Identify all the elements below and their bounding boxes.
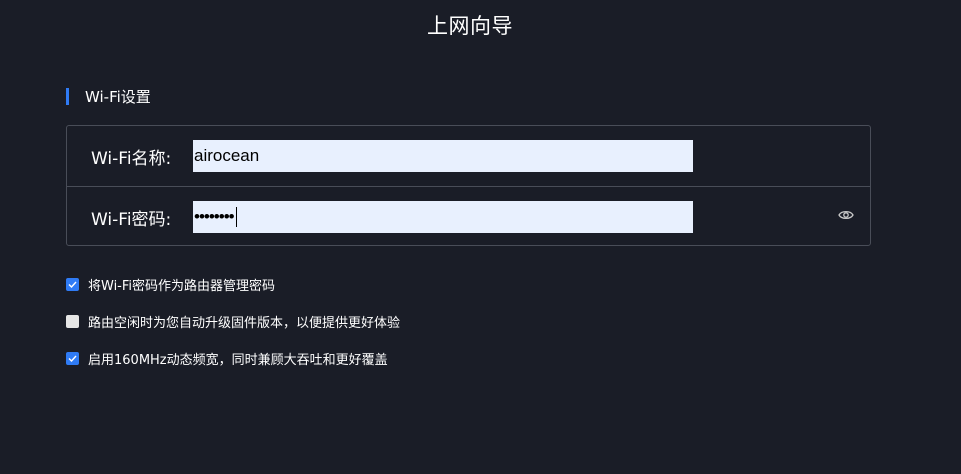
wifi-setup-wizard: 上网向导 Wi-Fi设置 Wi-Fi名称: airocean Wi-Fi密码: … — [0, 0, 961, 474]
password-value: •••••••• — [194, 207, 235, 226]
option-160mhz[interactable]: 启用160MHz动态频宽，同时兼顾大吞吐和更好覆盖 — [66, 349, 388, 368]
checkbox-unchecked[interactable] — [66, 315, 79, 328]
ssid-value: airocean — [194, 146, 260, 165]
wifi-form: Wi-Fi名称: airocean Wi-Fi密码: •••••••• — [66, 125, 871, 246]
password-label: Wi-Fi密码: — [91, 209, 172, 230]
option-label: 启用160MHz动态频宽，同时兼顾大吞吐和更好覆盖 — [88, 353, 388, 368]
text-caret — [235, 207, 237, 227]
page-title: 上网向导 — [427, 14, 513, 38]
checkmark-icon — [68, 281, 77, 288]
section-header: Wi-Fi设置 — [66, 87, 151, 106]
ssid-label: Wi-Fi名称: — [91, 148, 172, 169]
eye-icon[interactable] — [838, 209, 854, 221]
section-title: Wi-Fi设置 — [85, 87, 151, 106]
ssid-row: Wi-Fi名称: airocean — [67, 126, 870, 186]
option-label: 路由空闲时为您自动升级固件版本，以便提供更好体验 — [88, 316, 401, 331]
section-accent-bar — [66, 87, 69, 105]
option-auto-upgrade[interactable]: 路由空闲时为您自动升级固件版本，以便提供更好体验 — [66, 312, 400, 331]
checkbox-checked[interactable] — [66, 278, 79, 291]
option-admin-password[interactable]: 将Wi-Fi密码作为路由器管理密码 — [66, 275, 275, 294]
password-row: Wi-Fi密码: •••••••• — [67, 186, 870, 247]
checkbox-checked[interactable] — [66, 352, 79, 365]
option-label: 将Wi-Fi密码作为路由器管理密码 — [88, 279, 276, 294]
password-input[interactable]: •••••••• — [193, 201, 693, 233]
ssid-input[interactable]: airocean — [193, 140, 693, 172]
checkmark-icon — [68, 355, 77, 362]
